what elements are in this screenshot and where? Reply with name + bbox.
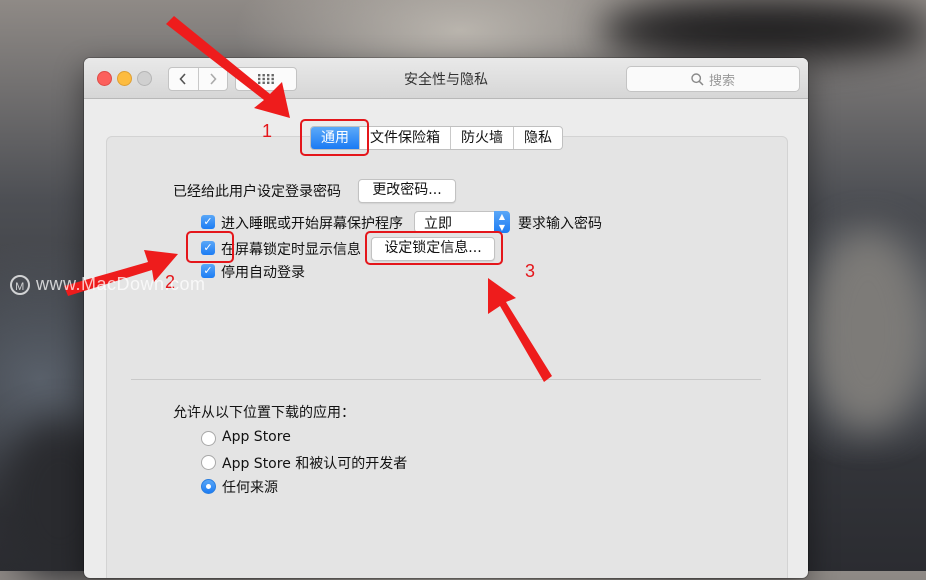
watermark-text: www.MacDown.com [36, 274, 206, 294]
watermark: M www.MacDown.com [10, 274, 206, 295]
arrow-to-general-tab [166, 16, 290, 118]
watermark-logo-icon: M [10, 274, 30, 295]
arrow-to-lock-message-button [488, 278, 552, 382]
